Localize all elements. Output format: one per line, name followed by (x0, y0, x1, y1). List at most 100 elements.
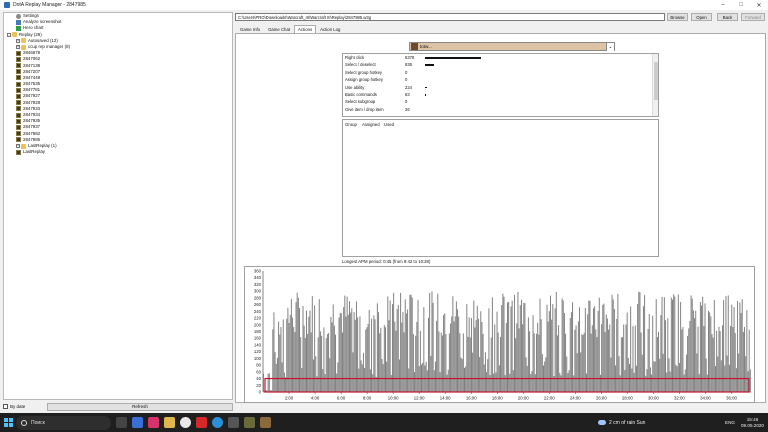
apm-bar (513, 294, 515, 392)
apm-bar (719, 331, 721, 392)
chevron-down-icon[interactable]: ⌄ (606, 43, 614, 51)
apm-bar (425, 361, 427, 392)
tree-item[interactable]: LastReplay (4, 149, 232, 155)
close-icon[interactable]: ✕ (750, 0, 768, 10)
youtube-icon[interactable] (196, 417, 207, 428)
y-tick-label: 340 (254, 275, 262, 280)
edge-icon[interactable] (132, 417, 143, 428)
stat-row[interactable]: Give item / drop item 26 (343, 106, 658, 113)
chrome-icon[interactable] (180, 417, 191, 428)
taskbar-search[interactable]: Поиск (16, 415, 111, 430)
apm-bar (631, 368, 633, 392)
apm-bar (480, 311, 482, 392)
maximize-icon[interactable]: □ (732, 0, 750, 10)
apm-bar (717, 356, 719, 392)
language-indicator[interactable]: ENG (725, 420, 735, 425)
apm-bar (434, 361, 436, 392)
column-header-assigned[interactable]: Assigned (362, 122, 380, 127)
stat-row[interactable]: Assign group hotkey 0 (343, 76, 658, 83)
expand-icon[interactable]: + (16, 45, 20, 50)
replay-tree[interactable]: Settings Analyze screenshot Hero chart - Rep… (3, 12, 233, 400)
scrollbar-thumb[interactable] (654, 62, 658, 100)
apm-bar (624, 370, 626, 392)
y-tick-label: 40 (256, 376, 261, 381)
apm-bar (415, 335, 417, 392)
tab-game-info[interactable]: Game Info (236, 25, 264, 33)
apm-bar (445, 334, 447, 392)
apm-bar (622, 337, 624, 392)
apm-bar (592, 308, 594, 392)
back-button[interactable]: Back (717, 13, 738, 21)
apm-bar (366, 327, 368, 392)
checkbox-box[interactable] (3, 404, 8, 409)
replay-manager-icon[interactable] (260, 417, 271, 428)
column-header-group[interactable]: Group (345, 122, 357, 127)
apm-bar (451, 316, 453, 392)
stat-row[interactable]: Select subgroup 0 (343, 98, 658, 105)
apm-bar (329, 358, 331, 392)
task-view-icon[interactable] (116, 417, 127, 428)
app-icon-2[interactable] (228, 417, 239, 428)
apm-bar (503, 296, 505, 392)
stat-row[interactable]: Right click 5378 (343, 54, 658, 61)
apm-bar (459, 333, 461, 392)
weather-widget[interactable]: 2 cm of rain Sun (598, 413, 645, 432)
apm-bar (658, 331, 660, 392)
apm-bar (595, 329, 597, 392)
apm-bar (547, 321, 549, 392)
start-button[interactable] (0, 413, 16, 432)
group-hotkeys-table[interactable]: Group Assigned Used (342, 119, 659, 257)
by-date-checkbox[interactable]: By date (3, 404, 43, 409)
apm-bar (267, 373, 269, 392)
apm-bar (383, 325, 385, 392)
apm-bar (599, 374, 601, 392)
apm-bar (461, 358, 463, 392)
y-tick-label: 240 (254, 309, 262, 314)
browse-button[interactable]: Browse (667, 13, 688, 21)
y-tick-label: 320 (254, 282, 262, 287)
apm-bar (488, 308, 490, 392)
clock[interactable]: 15:46 09.05.2020 (741, 417, 764, 429)
apm-bar (576, 353, 578, 392)
apm-bar (489, 374, 491, 392)
column-header-used[interactable]: Used (384, 122, 394, 127)
player-select[interactable]: totw... ⌄ (409, 42, 615, 51)
instagram-icon[interactable] (148, 417, 159, 428)
tab-action-log[interactable]: Action Log (316, 25, 344, 33)
apm-bar (344, 295, 346, 392)
apm-bar (623, 324, 625, 392)
refresh-button[interactable]: Refresh (47, 402, 233, 411)
tab-game-chat[interactable]: Game Chat (264, 25, 294, 33)
apm-bar (534, 374, 536, 392)
apm-bar (500, 336, 502, 392)
forward-button[interactable]: Forward (741, 13, 765, 21)
open-button[interactable]: Open (691, 13, 712, 21)
minimize-icon[interactable]: – (714, 0, 732, 10)
apm-bar (659, 358, 661, 392)
expand-icon[interactable]: + (16, 144, 20, 149)
explorer-icon[interactable] (164, 417, 175, 428)
apm-bar (390, 374, 392, 392)
x-tick-label: 32:00 (674, 396, 685, 401)
apm-bar (732, 327, 734, 392)
stat-row[interactable]: Use ability 224 (343, 84, 658, 91)
apm-bar (665, 320, 667, 392)
collapse-icon[interactable]: - (7, 32, 11, 37)
browser-icon[interactable] (212, 417, 223, 428)
apm-bar (299, 308, 301, 392)
apm-bar (718, 326, 720, 392)
expand-icon[interactable]: + (16, 38, 20, 43)
stat-row[interactable]: Select / deselect 835 (343, 61, 658, 68)
apm-bar (705, 358, 707, 392)
tab-actions[interactable]: Actions (294, 25, 317, 33)
stat-row[interactable]: Basic commands 83 (343, 91, 658, 98)
apm-bar (510, 306, 512, 392)
stats-scrollbar[interactable] (652, 54, 658, 116)
stat-row[interactable]: Select group hotkey 0 (343, 69, 658, 76)
warcraft-icon[interactable] (244, 417, 255, 428)
stat-label: Select subgroup (345, 99, 376, 105)
apm-bar (495, 372, 497, 392)
action-stats-list[interactable]: Right click 5378 Select / deselect 835 Selec… (342, 53, 659, 117)
apm-bar (527, 317, 529, 392)
replay-path-input[interactable]: C:\Users\PRO\Downloads\Warcraft_III\Warc… (235, 13, 665, 21)
